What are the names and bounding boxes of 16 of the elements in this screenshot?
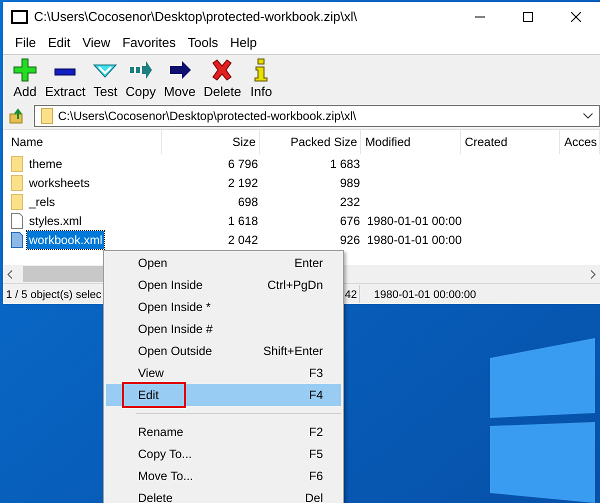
table-cell-text: 6 796 [226, 156, 259, 172]
table-cell-text: 989 [338, 174, 361, 192]
window-title: C:\Users\Cocosenor\Desktop\protected-workbook.zip\xl\ [34, 8, 357, 26]
table-cell-text: 232 [338, 194, 361, 210]
table-cell-text: 1980-01-01 00:00 [366, 232, 463, 248]
table-cell-text: 698 [236, 194, 259, 210]
status-text: 42 [344, 288, 357, 301]
table-cell-text: 926 [338, 232, 361, 248]
table-cell-text: 1 683 [328, 156, 361, 172]
table-cell-text: 1980-01-01 00:00 [366, 212, 463, 230]
table-cell-text: 1 618 [226, 212, 259, 230]
table-cell-text: 2 192 [226, 174, 259, 192]
status-text: 1980-01-01 00:00:00 [374, 288, 476, 301]
table-cell-text: 676 [338, 212, 361, 230]
status-text: 1 / 5 object(s) selec [6, 288, 102, 301]
table-cell-text: 2 042 [226, 232, 259, 248]
